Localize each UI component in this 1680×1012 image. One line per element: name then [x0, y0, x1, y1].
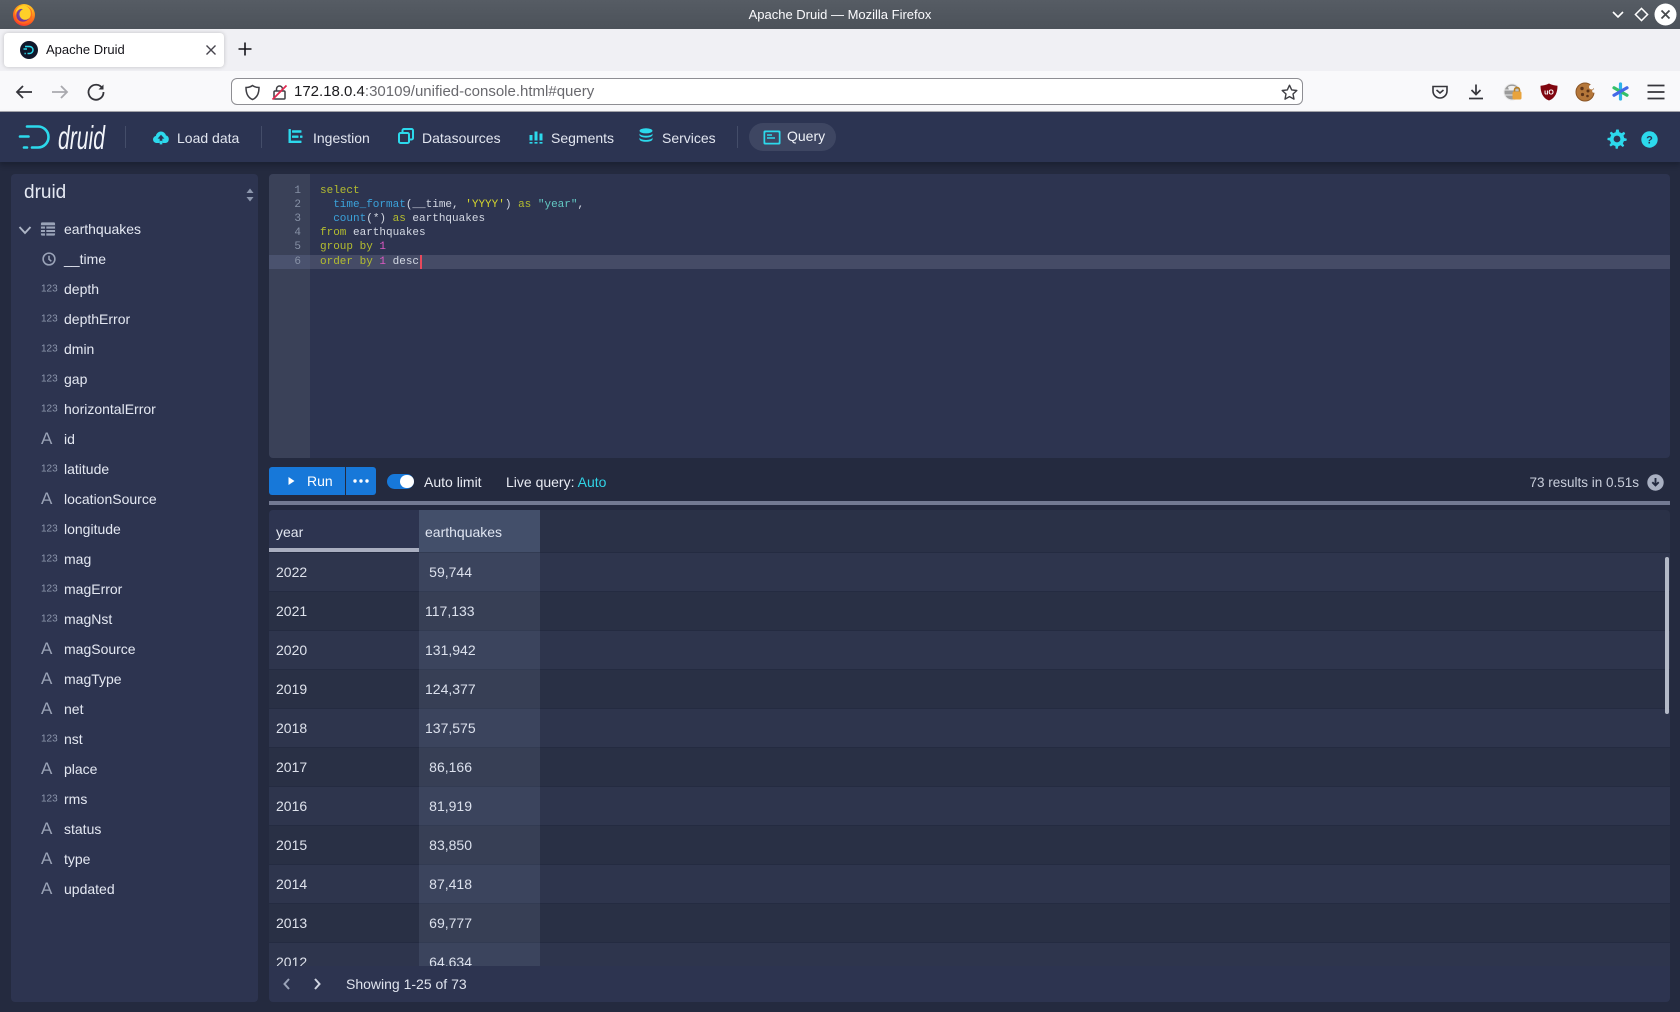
svg-text:uO: uO [1544, 90, 1554, 97]
svg-text:?: ? [1646, 135, 1653, 147]
